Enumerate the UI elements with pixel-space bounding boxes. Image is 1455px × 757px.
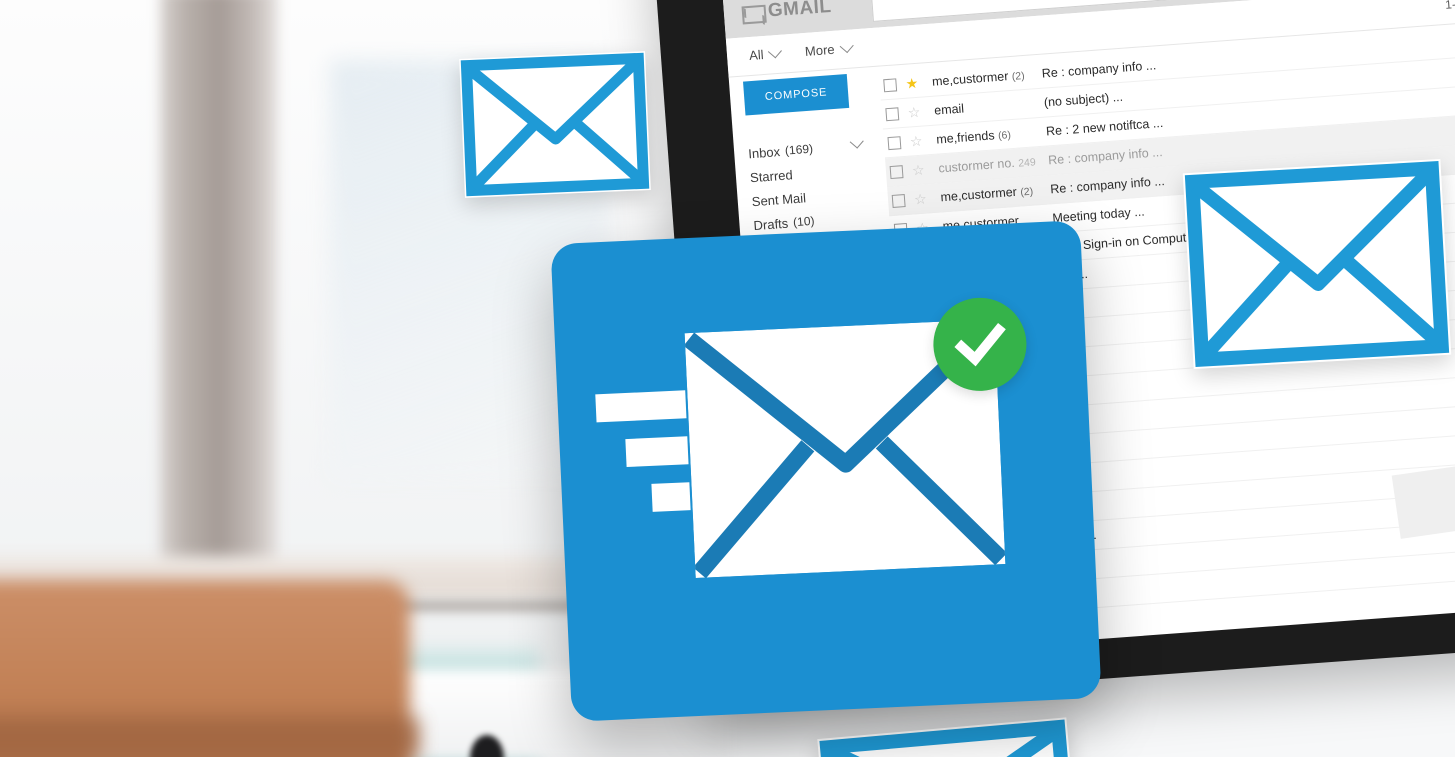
star-outline-icon[interactable]: ☆: [914, 190, 928, 207]
pagination-count: 1-100 of 3: [1444, 0, 1455, 12]
row-sender-name: me,friends: [935, 128, 996, 147]
sidebar-item-label: Drafts: [753, 215, 789, 233]
row-checkbox[interactable]: [889, 164, 904, 179]
filter-more-label: More: [804, 41, 836, 59]
sidebar-item-label: Sent Mail: [751, 189, 807, 209]
sidebar-item-count: (10): [792, 213, 815, 230]
background-chair-shadow: [0, 718, 420, 757]
email-sent-card: [550, 220, 1102, 722]
row-sender-name: me,custormer: [940, 184, 1018, 205]
row-subject: (no subject) ...: [1043, 89, 1124, 110]
row-sender-count: (2): [1011, 69, 1026, 83]
envelope-outline-icon: [1182, 158, 1452, 370]
row-sender-count: 249: [1017, 156, 1037, 170]
envelope-outline-icon: [459, 51, 651, 198]
sidebar-item-label: Starred: [749, 166, 794, 185]
sidebar-item-count: (169): [784, 141, 814, 158]
filter-all-dropdown[interactable]: All: [748, 43, 783, 64]
row-sender-name: custormer no.: [937, 155, 1016, 176]
sidebar-item-label: Inbox: [747, 143, 781, 161]
filter-all-label: All: [748, 47, 765, 64]
row-sender-count: (6): [997, 129, 1012, 143]
motion-line: [651, 482, 691, 512]
row-subject: Re : company info ...: [1049, 173, 1166, 197]
row-subject: Meeting today ...: [1051, 204, 1146, 226]
row-sender-count: (2): [1019, 185, 1034, 199]
envelope-icon: [741, 4, 767, 25]
row-sender: me,custormer (2): [932, 67, 1043, 89]
email-marketing-illustration: GMAIL All More 1-100 COMPOSE Inbox (169)…: [0, 0, 1455, 757]
star-outline-icon[interactable]: ☆: [911, 162, 925, 179]
check-icon: [953, 322, 1006, 366]
filter-more-dropdown[interactable]: More: [804, 38, 854, 59]
row-sender: me,custormer (2): [940, 182, 1051, 205]
row-sender-name: email: [933, 101, 965, 118]
row-sender: custormer no. 249: [937, 153, 1049, 176]
chevron-down-icon[interactable]: [849, 134, 864, 149]
motion-line: [625, 436, 689, 468]
row-subject: Re : company info ...: [1041, 58, 1157, 81]
row-checkbox[interactable]: [883, 77, 898, 92]
motion-line: [595, 390, 687, 423]
row-checkbox[interactable]: [885, 106, 900, 121]
row-sender: me,friends (6): [935, 125, 1047, 147]
chevron-down-icon: [768, 43, 783, 58]
compose-button[interactable]: COMPOSE: [743, 73, 850, 116]
background-window-frame: [160, 0, 278, 610]
row-sender-name: me,custormer: [931, 69, 1009, 89]
row-subject: Re : company info ...: [1047, 145, 1164, 168]
row-checkbox[interactable]: [891, 193, 906, 208]
gmail-logo: GMAIL: [741, 0, 853, 27]
star-outline-icon[interactable]: ☆: [909, 133, 923, 150]
row-subject: Re : 2 new notiftca ...: [1045, 115, 1164, 139]
motion-lines-icon: [595, 390, 691, 532]
row-sender: email: [933, 96, 1045, 118]
star-outline-icon[interactable]: ☆: [907, 104, 921, 121]
chevron-down-icon: [839, 38, 854, 53]
row-checkbox[interactable]: [887, 135, 902, 150]
star-filled-icon[interactable]: ★: [905, 75, 919, 92]
gmail-logo-text: GMAIL: [767, 0, 833, 22]
